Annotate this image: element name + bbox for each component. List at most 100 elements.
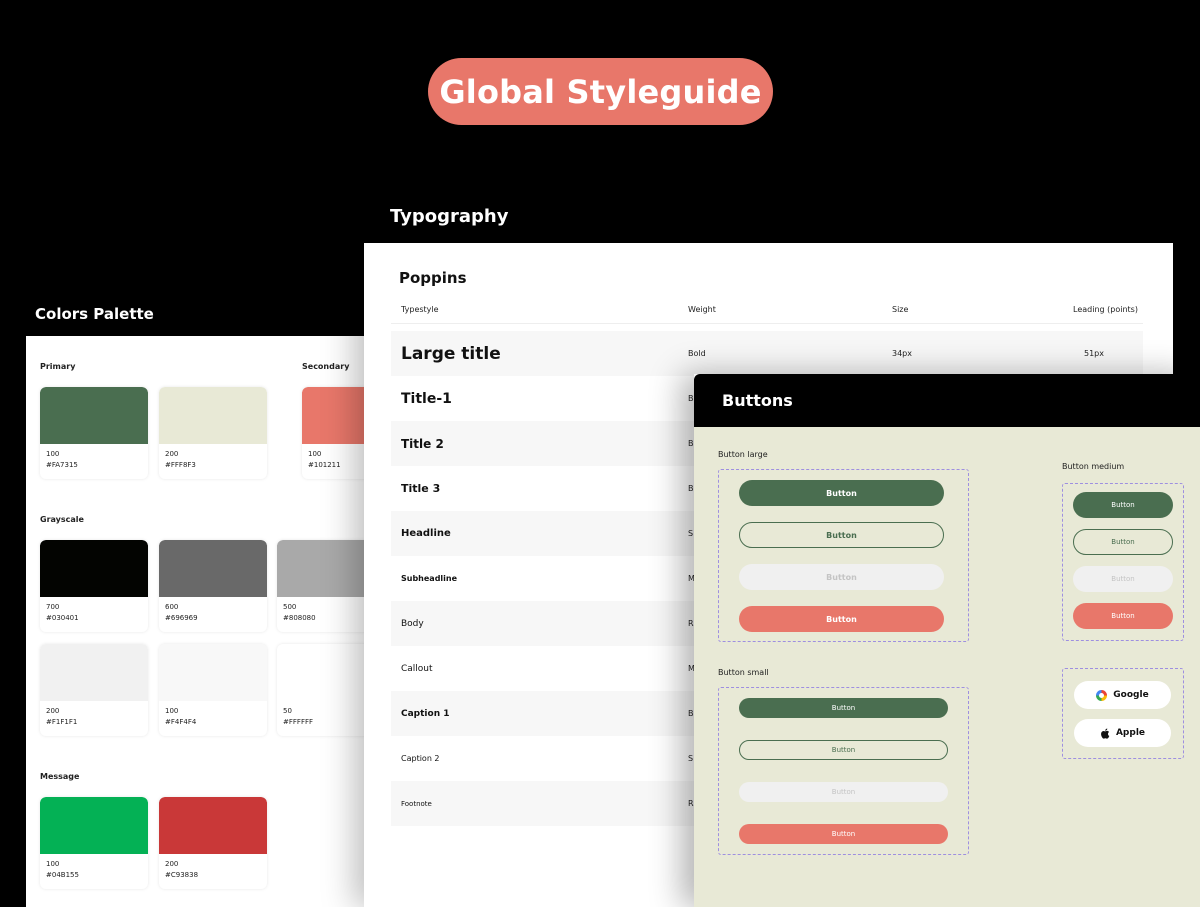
color-chip xyxy=(277,644,366,701)
column-header-weight: Weight xyxy=(688,305,716,314)
swatch-number: 100 xyxy=(46,450,60,458)
swatch-number: 100 xyxy=(46,860,60,868)
small-coral-button[interactable]: Button xyxy=(739,824,948,844)
color-chip xyxy=(277,540,366,597)
swatch-number: 200 xyxy=(165,450,179,458)
swatch-gray-500[interactable]: 500 #808080 xyxy=(277,540,366,632)
swatch-gray-50[interactable]: 50 #FFFFFF xyxy=(277,644,366,736)
typestyle-name: Headline xyxy=(401,528,451,539)
swatch-hex: #C93838 xyxy=(165,871,199,879)
typography-title: Typography xyxy=(364,189,1173,243)
medium-coral-button[interactable]: Button xyxy=(1073,603,1173,629)
colors-palette-title: Colors Palette xyxy=(26,292,366,336)
swatch-hex: #696969 xyxy=(165,614,198,622)
swatch-hex: #04B155 xyxy=(46,871,79,879)
swatch-hex: #F1F1F1 xyxy=(46,718,78,726)
swatch-primary-100[interactable]: 100 #FA7315 xyxy=(40,387,148,479)
typestyle-name: Body xyxy=(401,618,424,629)
swatch-hex: #101211 xyxy=(308,461,341,469)
medium-outline-button[interactable]: Button xyxy=(1073,529,1173,555)
swatch-hex: #FFFFFF xyxy=(283,718,314,726)
medium-disabled-button[interactable]: Button xyxy=(1073,566,1173,592)
typestyle-name: Title 2 xyxy=(401,436,444,451)
typestyle-weight: S xyxy=(688,529,694,538)
swatch-number: 500 xyxy=(283,603,297,611)
swatch-primary-200[interactable]: 200 #FFF8F3 xyxy=(159,387,267,479)
color-chip xyxy=(159,540,267,597)
table-row: Large title Bold 34px 51px xyxy=(391,331,1143,376)
swatch-hex: #808080 xyxy=(283,614,316,622)
small-filled-button[interactable]: Button xyxy=(739,698,948,718)
color-chip xyxy=(40,644,148,701)
message-label: Message xyxy=(40,772,80,781)
swatch-hex: #F4F4F4 xyxy=(165,718,197,726)
color-chip xyxy=(40,387,148,444)
typestyle-size: 34px xyxy=(892,349,912,358)
swatch-hex: #FA7315 xyxy=(46,461,78,469)
typestyle-weight: S xyxy=(688,754,694,763)
typestyle-name: Caption 1 xyxy=(401,708,450,719)
swatch-message-100[interactable]: 100 #04B155 xyxy=(40,797,148,889)
buttons-panel: Buttons Button large Button medium Butto… xyxy=(694,374,1200,907)
large-filled-button[interactable]: Button xyxy=(739,480,944,506)
typestyle-weight: B xyxy=(688,439,694,448)
primary-label: Primary xyxy=(40,362,76,371)
column-header-size: Size xyxy=(892,305,909,314)
typestyle-weight: B xyxy=(688,394,694,403)
typestyle-weight: Bold xyxy=(688,349,706,358)
swatch-secondary-100[interactable]: 100 #101211 xyxy=(302,387,366,479)
color-chip xyxy=(40,540,148,597)
swatch-message-200[interactable]: 200 #C93838 xyxy=(159,797,267,889)
typestyle-name: Title 3 xyxy=(401,482,441,495)
typestyle-weight: B xyxy=(688,484,694,493)
swatch-gray-600[interactable]: 600 #696969 xyxy=(159,540,267,632)
buttons-title: Buttons xyxy=(694,374,1200,427)
font-name: Poppins xyxy=(399,269,467,287)
page-title: Global Styleguide xyxy=(428,58,773,125)
swatch-gray-100[interactable]: 100 #F4F4F4 xyxy=(159,644,267,736)
swatch-hex: #FFF8F3 xyxy=(165,461,196,469)
typestyle-name: Caption 2 xyxy=(401,754,440,763)
color-chip xyxy=(159,387,267,444)
grayscale-label: Grayscale xyxy=(40,515,84,524)
swatch-number: 100 xyxy=(308,450,322,458)
buttons-body: Button large Button medium Button Button… xyxy=(694,427,1200,907)
color-chip xyxy=(159,797,267,854)
button-large-label: Button large xyxy=(718,450,768,459)
typestyle-name: Large title xyxy=(401,343,501,364)
button-small-label: Button small xyxy=(718,668,769,677)
google-icon xyxy=(1096,689,1108,701)
color-chip xyxy=(302,387,366,444)
swatch-number: 200 xyxy=(165,860,179,868)
apple-label: Apple xyxy=(1115,728,1146,738)
swatch-number: 700 xyxy=(46,603,60,611)
color-chip xyxy=(159,644,267,701)
small-disabled-button[interactable]: Button xyxy=(739,782,948,802)
swatch-number: 100 xyxy=(165,707,179,715)
small-outline-button[interactable]: Button xyxy=(739,740,948,760)
button-medium-label: Button medium xyxy=(1062,462,1125,471)
column-header-typestyle: Typestyle xyxy=(401,305,439,314)
swatch-number: 50 xyxy=(283,707,292,715)
google-button[interactable]: Google xyxy=(1074,681,1171,709)
typestyle-name: Subheadline xyxy=(401,574,458,583)
colors-palette-panel: Colors Palette Primary Secondary 100 #FA… xyxy=(26,292,366,907)
header-divider xyxy=(391,323,1143,324)
apple-button[interactable]: Apple xyxy=(1074,719,1171,747)
apple-icon xyxy=(1101,727,1110,739)
swatch-number: 600 xyxy=(165,603,179,611)
swatch-gray-200[interactable]: 200 #F1F1F1 xyxy=(40,644,148,736)
typestyle-weight: B xyxy=(688,709,694,718)
large-outline-button[interactable]: Button xyxy=(739,522,944,548)
typestyle-name: Footnote xyxy=(401,799,432,808)
swatch-hex: #030401 xyxy=(46,614,79,622)
swatch-gray-700[interactable]: 700 #030401 xyxy=(40,540,148,632)
medium-filled-button[interactable]: Button xyxy=(1073,492,1173,518)
typestyle-weight: R xyxy=(688,799,694,808)
large-disabled-button[interactable]: Button xyxy=(739,564,944,590)
large-coral-button[interactable]: Button xyxy=(739,606,944,632)
typestyle-name: Title-1 xyxy=(401,390,452,407)
typestyle-weight: R xyxy=(688,619,694,628)
secondary-label: Secondary xyxy=(302,362,350,371)
typestyle-leading: 51px xyxy=(1084,349,1104,358)
